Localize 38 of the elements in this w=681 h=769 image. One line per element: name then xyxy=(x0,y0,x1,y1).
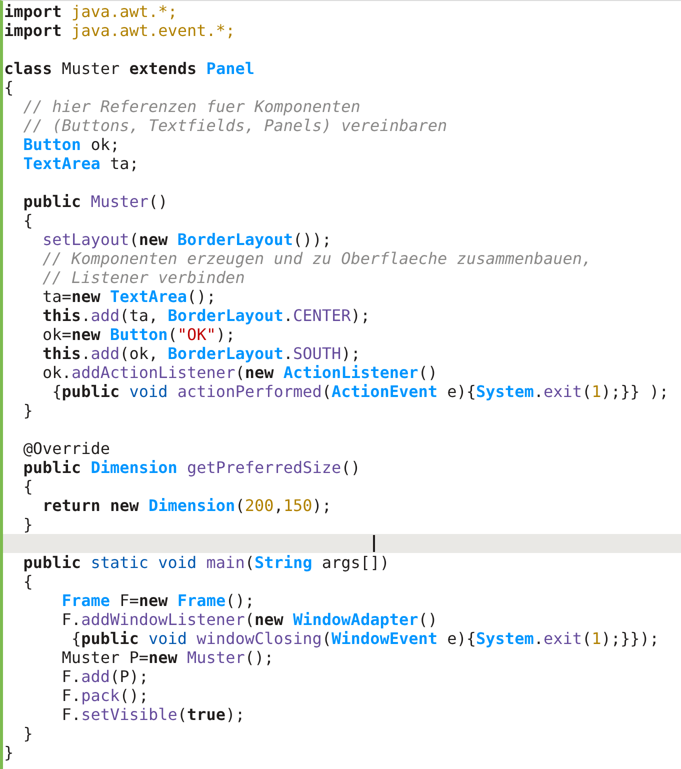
code-line: } xyxy=(22,515,33,534)
code-line: ok.addActionListener(new ActionListener() xyxy=(42,363,438,382)
code-editor[interactable] xyxy=(0,0,681,769)
code-line: // Listener verbinden xyxy=(42,268,245,287)
code-line: public Muster() xyxy=(22,192,168,211)
code-line: // Komponenten erzeugen und zu Oberflaeche zusammenbauen, xyxy=(42,249,592,268)
code-line: import java.awt.*; xyxy=(4,2,178,21)
code-line: } xyxy=(22,724,33,743)
code-line: public Dimension getPreferredSize() xyxy=(22,458,360,477)
text-caret xyxy=(373,535,375,552)
code-line: } xyxy=(22,401,33,420)
code-line: import java.awt.event.*; xyxy=(4,21,236,40)
code-line: @Override xyxy=(22,439,110,458)
code-line: // hier Referenzen fuer Komponenten xyxy=(22,97,360,116)
code-line: ok=new Button("OK"); xyxy=(42,325,236,344)
code-line: Frame F=new Frame(); xyxy=(60,591,254,610)
code-line: this.add(ok, BorderLayout.SOUTH); xyxy=(42,344,360,363)
code-line: TextArea ta; xyxy=(22,154,139,173)
code-line: setLayout(new BorderLayout()); xyxy=(42,230,332,249)
code-line: return new Dimension(200,150); xyxy=(42,496,332,515)
code-line: { xyxy=(22,572,33,591)
code-line: { xyxy=(22,211,33,230)
code-line: { xyxy=(4,78,14,97)
code-line: {public void actionPerformed(ActionEvent e){System.exit(1);}} ); xyxy=(51,382,669,401)
code-line: public static void main(String args[]) xyxy=(22,553,390,572)
code-line: ta=new TextArea(); xyxy=(42,287,216,306)
code-line: this.add(ta, BorderLayout.CENTER); xyxy=(42,306,370,325)
code-line: } xyxy=(4,743,14,762)
code-line: { xyxy=(22,477,33,496)
code-line: Muster P=new Muster(); xyxy=(60,648,274,667)
code-line: F.add(P); xyxy=(60,667,148,686)
code-line: F.setVisible(true); xyxy=(60,705,245,724)
code-line: F.addWindowListener(new WindowAdapter() xyxy=(60,610,438,629)
code-line: Button ok; xyxy=(22,135,120,154)
code-line: // (Buttons, Textfields, Panels) vereinbaren xyxy=(22,116,448,135)
code-line: F.pack(); xyxy=(60,686,148,705)
code-line: class Muster extends Panel xyxy=(4,59,254,78)
code-line: {public void windowClosing(WindowEvent e){System.exit(1);}}); xyxy=(70,629,660,648)
